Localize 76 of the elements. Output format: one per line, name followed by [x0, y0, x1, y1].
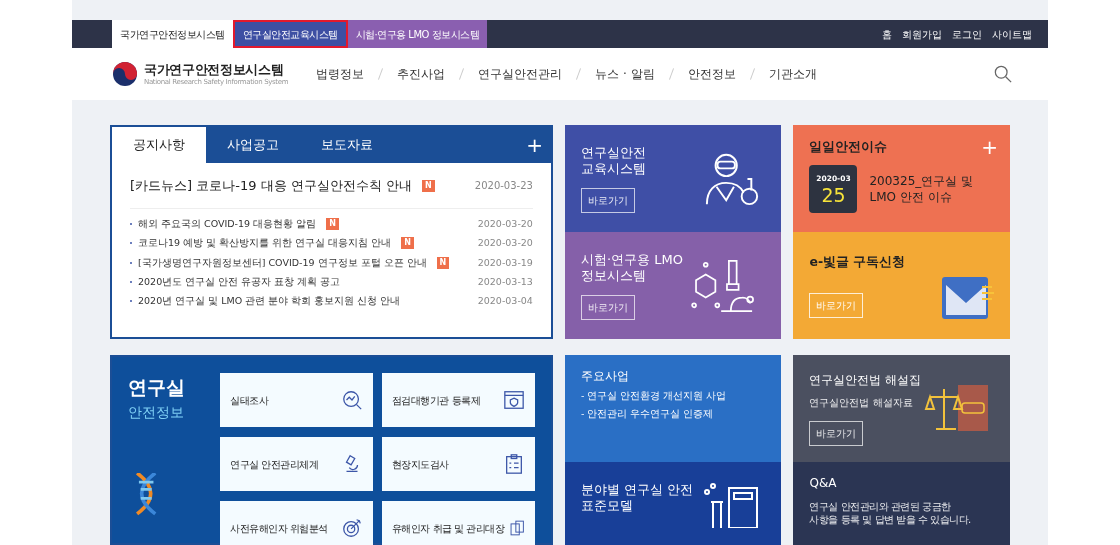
- qna-tile[interactable]: Q&A 연구실 안전관리와 관련된 궁금한 사항을 등록 및 답변 받을 수 있습니다.: [793, 462, 1010, 545]
- shield-window-icon: [502, 389, 525, 411]
- new-badge: N: [326, 218, 339, 231]
- notice-row[interactable]: [국가생명연구자원정보센터] COVID-19 연구정보 포털 오픈 안내 N 2020-03-19: [130, 255, 533, 270]
- go-button[interactable]: 바로가기: [580, 187, 635, 213]
- system-tab[interactable]: 시험·연구용 LMO 정보시스템: [347, 20, 488, 48]
- notice-title[interactable]: [국가생명연구자원정보센터] COVID-19 연구정보 포털 오픈 안내: [138, 255, 427, 270]
- logo-title: 국가연구안전정보시스템: [144, 62, 285, 78]
- lab-info-title: 연구실: [128, 375, 186, 400]
- tile-title: e-빛글 구독신청: [809, 253, 906, 272]
- system-tile[interactable]: 연구실안전 교육시스템 바로가기: [564, 125, 782, 232]
- target-icon: [340, 517, 363, 539]
- tile-title: 분야별 연구실 안전 표준모델: [580, 482, 693, 514]
- tile-title: 연구실안전 교육시스템: [580, 144, 646, 177]
- major-projects-tile[interactable]: 주요사업 - 연구실 안전환경 개선지원 사업 - 안전관리 우수연구실 인증제: [564, 355, 782, 462]
- new-badge: N: [436, 256, 450, 269]
- magnifier-chart-icon: [340, 389, 363, 411]
- lab-info-subtitle: 안전정보: [128, 402, 185, 422]
- notice-title[interactable]: 2020년도 연구실 안전 유공자 표창 계획 공고: [138, 274, 341, 289]
- notice-row[interactable]: 2020년 연구실 및 LMO 관련 분야 학회 홍보지원 신청 안내 2020-03-04: [130, 294, 533, 309]
- top-link[interactable]: 로그인: [952, 26, 982, 42]
- system-tab[interactable]: 연구실안전교육시스템: [232, 20, 348, 48]
- top-link[interactable]: 사이트맵: [992, 26, 1032, 42]
- logo-icon: [112, 61, 138, 87]
- notice-date: 2020-03-20: [477, 236, 533, 251]
- nav-link[interactable]: 뉴스 · 알림: [595, 65, 655, 83]
- nav-link[interactable]: 안전정보: [687, 65, 736, 83]
- new-badge: N: [421, 179, 435, 192]
- more-button[interactable]: +: [526, 130, 543, 160]
- nav-link[interactable]: 추진사업: [397, 65, 446, 83]
- lab-info-card[interactable]: 연구실 안전관리체계: [220, 437, 373, 491]
- tile-text: 연구실 안전관리와 관련된 궁금한 사항을 등록 및 답변 받을 수 있습니다.: [809, 500, 972, 526]
- headline-title[interactable]: [카드뉴스] 코로나-19 대응 연구실안전수칙 안내: [130, 175, 412, 196]
- nav-link[interactable]: 연구실안전관리: [478, 65, 563, 83]
- notice-title[interactable]: 2020년 연구실 및 LMO 관련 분야 학회 홍보지원 신청 안내: [138, 294, 401, 309]
- envelope-icon: [942, 276, 994, 319]
- project-item[interactable]: - 연구실 안전환경 개선지원 사업: [580, 389, 766, 404]
- go-button[interactable]: 바로가기: [809, 421, 864, 446]
- tile-title: 연구실안전법 해설집: [809, 372, 922, 389]
- notice-tab[interactable]: 사업공고: [206, 127, 300, 163]
- lab-info-card[interactable]: 유해인자 취급 및 관리대장: [381, 501, 535, 545]
- standard-model-tile[interactable]: 분야별 연구실 안전 표준모델: [564, 462, 782, 545]
- system-tab[interactable]: 국가연구안전정보시스템: [112, 20, 233, 48]
- notice-title[interactable]: 코로나19 예방 및 확산방지를 위한 연구실 대응지침 안내: [138, 236, 392, 251]
- notice-date: 2020-03-20: [477, 217, 533, 231]
- nav-link[interactable]: 법령정보: [316, 65, 365, 83]
- headline-date: 2020-03-23: [474, 179, 533, 193]
- tile-title: 시험·연구용 LMO 정보시스템: [580, 251, 683, 284]
- top-link[interactable]: 홈: [882, 26, 892, 42]
- system-tile[interactable]: 시험·연구용 LMO 정보시스템 바로가기: [564, 232, 782, 339]
- notice-tab[interactable]: 보도자료: [300, 127, 394, 163]
- notice-title[interactable]: 해외 주요국의 COVID-19 대응현황 알림: [138, 217, 317, 232]
- tile-text: 연구실안전법 해설자료: [809, 396, 914, 410]
- tile-title: Q&A: [809, 475, 838, 492]
- notice-date: 2020-03-19: [477, 255, 533, 270]
- newsletter-tile[interactable]: e-빛글 구독신청 바로가기: [793, 232, 1010, 339]
- new-badge: N: [401, 237, 414, 250]
- lab-info-card[interactable]: 현장지도검사: [381, 437, 535, 491]
- issue-title[interactable]: 200325_연구실 및 LMO 안전 이슈: [869, 173, 974, 205]
- nav-link[interactable]: 기관소개: [768, 65, 817, 83]
- notice-row[interactable]: 코로나19 예방 및 확산방지를 위한 연구실 대응지침 안내 N 2020-03-20: [130, 236, 533, 251]
- go-button[interactable]: 바로가기: [580, 294, 635, 320]
- lab-info-card[interactable]: 실태조사: [220, 373, 373, 427]
- tile-title: 일일안전이슈: [809, 137, 888, 156]
- search-icon[interactable]: [994, 65, 1012, 83]
- notice-row[interactable]: 2020년도 연구실 안전 유공자 표창 계획 공고 2020-03-13: [130, 274, 533, 289]
- notice-date: 2020-03-04: [477, 294, 533, 308]
- notice-row[interactable]: 해외 주요국의 COVID-19 대응현황 알림 N 2020-03-20: [130, 217, 533, 232]
- tile-title: 주요사업: [580, 368, 630, 385]
- lab-info-card[interactable]: 사전유해인자 위험분석: [220, 501, 373, 545]
- top-link[interactable]: 회원가입: [902, 26, 942, 42]
- project-item[interactable]: - 안전관리 우수연구실 인증제: [580, 407, 766, 422]
- notice-date: 2020-03-13: [477, 274, 533, 289]
- law-guide-tile[interactable]: 연구실안전법 해설집 연구실안전법 해설자료 바로가기: [793, 355, 1010, 462]
- lab-info-card[interactable]: 점검대행기관 등록제: [381, 373, 535, 427]
- notice-tab[interactable]: 공지사항: [112, 127, 206, 163]
